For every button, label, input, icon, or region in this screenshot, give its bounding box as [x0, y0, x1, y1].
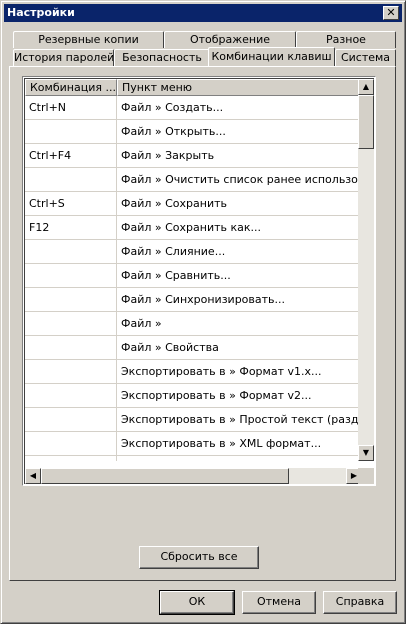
- hotkey-cell: [25, 288, 117, 311]
- help-button[interactable]: Справка: [323, 591, 397, 614]
- tab-security[interactable]: Безопасность: [114, 49, 210, 66]
- table-row[interactable]: Ctrl+S Файл » Сохранить: [25, 192, 362, 216]
- table-row[interactable]: Файл » Открыть...: [25, 120, 362, 144]
- hotkey-cell: [25, 384, 117, 407]
- title-bar: Настройки ✕: [4, 4, 402, 22]
- menu-item-cell: Файл » Закрыть: [121, 149, 215, 162]
- horizontal-scrollbar[interactable]: ◀ ▶: [25, 468, 362, 484]
- button-label: Справка: [335, 595, 385, 608]
- table-row[interactable]: Экспортировать в » Формат v2...: [25, 384, 362, 408]
- hotkey-cell: Ctrl+N: [25, 96, 117, 119]
- tab-label: Система: [340, 51, 391, 64]
- table-row[interactable]: Файл »: [25, 312, 362, 336]
- table-row[interactable]: Файл » Свойства: [25, 336, 362, 360]
- hotkey-cell: [25, 240, 117, 263]
- scroll-left-button[interactable]: ◀: [25, 468, 41, 484]
- close-button[interactable]: ✕: [383, 6, 399, 20]
- tab-password-history[interactable]: История паролей: [13, 49, 114, 66]
- table-row[interactable]: Импортировать из » Простой текст...: [25, 456, 362, 461]
- table-row[interactable]: Файл » Синхронизировать...: [25, 288, 362, 312]
- hotkey-cell: [25, 432, 117, 455]
- menu-item-cell: Файл » Сохранить: [121, 197, 227, 210]
- hotkey-list[interactable]: Комбинация ... Пункт меню Ctrl+N Файл » С…: [22, 76, 376, 486]
- hotkey-cell: [25, 336, 117, 359]
- menu-item-cell: Файл » Слияние...: [121, 245, 226, 258]
- button-label: Отмена: [256, 595, 302, 608]
- table-row[interactable]: Экспортировать в » XML формат...: [25, 432, 362, 456]
- column-header-menu-item[interactable]: Пункт меню: [117, 79, 362, 96]
- button-label: Сбросить все: [160, 550, 238, 563]
- scroll-down-button[interactable]: ▼: [358, 445, 374, 461]
- tab-label: Безопасность: [122, 51, 202, 64]
- table-row[interactable]: Ctrl+N Файл » Создать...: [25, 96, 362, 120]
- hotkey-cell: [25, 312, 117, 335]
- tab-system[interactable]: Система: [335, 49, 396, 66]
- table-row[interactable]: Файл » Сравнить...: [25, 264, 362, 288]
- scrollbar-corner: [358, 468, 374, 484]
- menu-item-cell: Файл »: [121, 317, 162, 330]
- hotkey-cell: F12: [25, 216, 117, 239]
- cancel-button[interactable]: Отмена: [242, 591, 316, 614]
- arrow-right-icon: ▶: [350, 471, 358, 480]
- table-row[interactable]: F12 Файл » Сохранить как...: [25, 216, 362, 240]
- table-row[interactable]: Ctrl+F4 Файл » Закрыть: [25, 144, 362, 168]
- tab-label: Резервные копии: [38, 33, 139, 46]
- menu-item-cell: Файл » Сравнить...: [121, 269, 231, 282]
- menu-item-cell: Экспортировать в » XML формат...: [121, 437, 322, 450]
- tab-backups[interactable]: Резервные копии: [13, 31, 164, 48]
- tab-label: Отображение: [189, 33, 271, 46]
- table-row[interactable]: Экспортировать в » Формат v1.x...: [25, 360, 362, 384]
- menu-item-cell: Файл » Синхронизировать...: [121, 293, 286, 306]
- menu-item-cell: Экспортировать в » Формат v1.x...: [121, 365, 322, 378]
- table-row[interactable]: Файл » Слияние...: [25, 240, 362, 264]
- ok-button[interactable]: ОК: [159, 590, 235, 615]
- window-title: Настройки: [7, 6, 75, 19]
- menu-item-cell: Экспортировать в » Простой текст (раздел…: [121, 413, 362, 426]
- hotkey-cell: [25, 408, 117, 431]
- menu-item-cell: Файл » Открыть...: [121, 125, 226, 138]
- hotkey-cell: Ctrl+F4: [25, 144, 117, 167]
- hotkey-cell: [25, 264, 117, 287]
- hotkey-cell: [25, 168, 117, 191]
- column-header-combination[interactable]: Комбинация ...: [25, 79, 117, 96]
- horizontal-scroll-thumb[interactable]: [41, 468, 289, 484]
- arrow-left-icon: ◀: [29, 471, 37, 480]
- hotkey-cell: [25, 120, 117, 143]
- hotkey-cell: Ctrl+S: [25, 192, 117, 215]
- list-rows: Ctrl+N Файл » Создать... Файл » Открыть...…: [25, 96, 362, 461]
- tab-label: Разное: [326, 33, 366, 46]
- tab-hotkeys[interactable]: Комбинации клавиш: [208, 47, 335, 66]
- tab-label: Комбинации клавиш: [211, 50, 332, 63]
- arrow-down-icon: ▼: [362, 448, 370, 457]
- reset-all-button[interactable]: Сбросить все: [139, 546, 259, 569]
- table-row[interactable]: Экспортировать в » Простой текст (раздел…: [25, 408, 362, 432]
- menu-item-cell: Файл » Сохранить как...: [121, 221, 262, 234]
- scroll-up-button[interactable]: ▲: [358, 79, 374, 95]
- hotkey-cell: [25, 360, 117, 383]
- tab-misc[interactable]: Разное: [296, 31, 396, 48]
- column-header-label: Пункт меню: [122, 81, 193, 94]
- menu-item-cell: Файл » Создать...: [121, 101, 224, 114]
- menu-item-cell: Файл » Очистить список ранее использован…: [121, 173, 362, 186]
- menu-item-cell: Файл » Свойства: [121, 341, 219, 354]
- vertical-scroll-thumb[interactable]: [358, 95, 374, 149]
- menu-item-cell: Импортировать из » Простой текст...: [117, 456, 362, 461]
- arrow-up-icon: ▲: [362, 82, 370, 91]
- hotkey-cell: [25, 456, 117, 461]
- column-header-label: Комбинация ...: [30, 81, 116, 94]
- table-row[interactable]: Файл » Очистить список ранее использован…: [25, 168, 362, 192]
- close-icon: ✕: [386, 6, 396, 19]
- button-label: ОК: [188, 595, 206, 608]
- tab-label: История паролей: [14, 51, 114, 64]
- tab-display[interactable]: Отображение: [164, 31, 296, 48]
- menu-item-cell: Экспортировать в » Формат v2...: [121, 389, 312, 402]
- vertical-scrollbar[interactable]: ▲ ▼: [358, 79, 374, 461]
